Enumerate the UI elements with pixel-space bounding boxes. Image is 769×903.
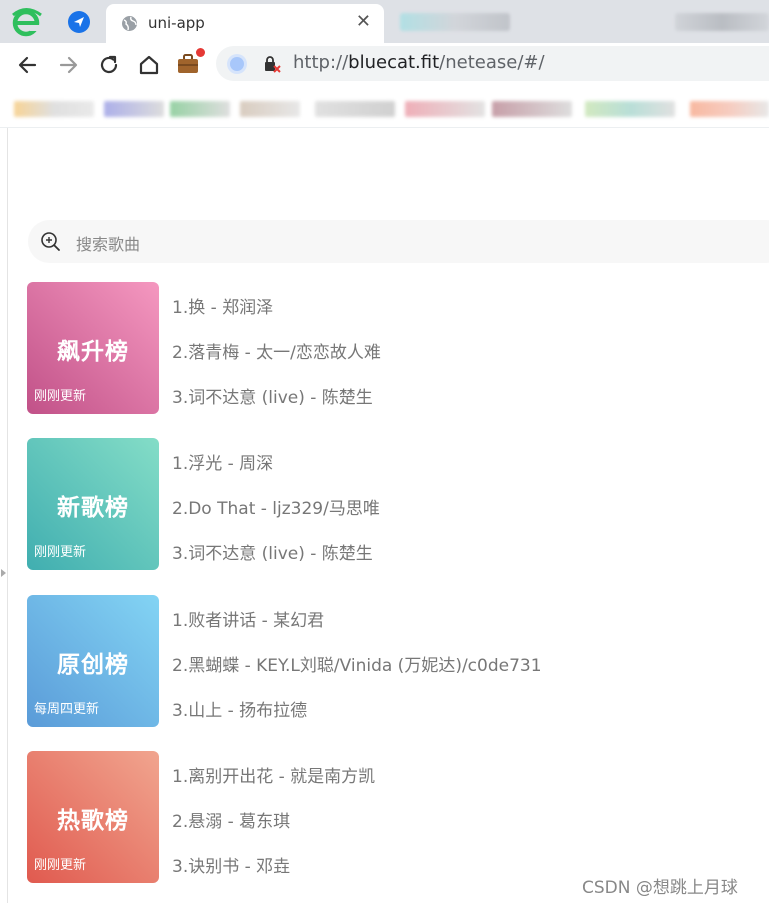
blurred-bookmark[interactable] xyxy=(14,101,94,117)
blurred-tab[interactable] xyxy=(400,13,510,31)
page-left-edge xyxy=(7,128,8,903)
tab-close-icon[interactable]: ✕ xyxy=(356,11,371,33)
ranking-item[interactable]: 飙升榜 刚刚更新 1.换 - 郑润泽 2.落青梅 - 太一/恋恋故人难 3.词不… xyxy=(27,282,767,415)
forward-arrow-icon[interactable] xyxy=(55,52,81,78)
insecure-lock-icon[interactable] xyxy=(263,55,281,73)
ranking-update-label: 每周四更新 xyxy=(34,702,100,717)
panel-toggle-icon[interactable] xyxy=(1,569,6,577)
back-arrow-icon[interactable] xyxy=(15,52,41,78)
search-bar[interactable]: 搜索歌曲 xyxy=(28,220,769,263)
song-item[interactable]: 2.悬溺 - 葛东琪 xyxy=(172,807,290,832)
song-item[interactable]: 1.换 - 郑润泽 xyxy=(172,293,273,318)
blurred-bookmark[interactable] xyxy=(690,101,769,117)
song-item[interactable]: 3.山上 - 扬布拉德 xyxy=(172,696,307,721)
ranking-item[interactable]: 热歌榜 刚刚更新 1.离别开出花 - 就是南方凯 2.悬溺 - 葛东琪 3.诀别… xyxy=(27,751,767,884)
song-item[interactable]: 1.浮光 - 周深 xyxy=(172,449,273,474)
blurred-bookmark[interactable] xyxy=(104,101,164,117)
url-text[interactable]: http://bluecat.fit/netease/#/ xyxy=(293,52,545,73)
ranking-cover[interactable]: 新歌榜 刚刚更新 xyxy=(27,438,159,570)
ranking-item[interactable]: 新歌榜 刚刚更新 1.浮光 - 周深 2.Do That - ljz329/马思… xyxy=(27,438,767,571)
url-scheme: http:// xyxy=(293,52,349,73)
bookmarks-bar xyxy=(0,87,769,128)
ranking-cover[interactable]: 热歌榜 刚刚更新 xyxy=(27,751,159,883)
ranking-update-label: 刚刚更新 xyxy=(34,545,87,560)
blurred-bookmark[interactable] xyxy=(170,101,230,117)
ranking-title: 新歌榜 xyxy=(57,495,129,521)
watermark: CSDN @想跳上月球 xyxy=(582,878,738,898)
reload-icon[interactable] xyxy=(96,52,122,78)
song-item[interactable]: 1.离别开出花 - 就是南方凯 xyxy=(172,762,375,787)
ranking-title: 飙升榜 xyxy=(57,339,129,365)
song-item[interactable]: 3.词不达意 (live) - 陈楚生 xyxy=(172,539,373,564)
song-item[interactable]: 3.词不达意 (live) - 陈楚生 xyxy=(172,383,373,408)
song-item[interactable]: 2.落青梅 - 太一/恋恋故人难 xyxy=(172,338,381,363)
search-icon xyxy=(41,232,60,251)
ranking-update-label: 刚刚更新 xyxy=(34,858,87,873)
blurred-bookmark[interactable] xyxy=(492,101,572,117)
search-input[interactable]: 搜索歌曲 xyxy=(76,231,140,255)
active-tab[interactable]: uni-app ✕ xyxy=(106,4,384,43)
home-icon[interactable] xyxy=(136,52,162,78)
ranking-item[interactable]: 原创榜 每周四更新 1.败者讲话 - 某幻君 2.黑蝴蝶 - KEY.L刘聪/V… xyxy=(27,595,767,728)
ranking-cover[interactable]: 飙升榜 刚刚更新 xyxy=(27,282,159,414)
song-item[interactable]: 2.黑蝴蝶 - KEY.L刘聪/Vinida (万妮达)/c0de731 xyxy=(172,651,542,676)
browser-logo-icon[interactable] xyxy=(10,6,44,38)
url-path: /netease/#/ xyxy=(439,52,545,73)
ranking-cover[interactable]: 原创榜 每周四更新 xyxy=(27,595,159,727)
ranking-title: 热歌榜 xyxy=(57,808,129,834)
address-bar[interactable]: http://bluecat.fit/netease/#/ xyxy=(216,46,769,81)
song-item[interactable]: 3.诀别书 - 邓垚 xyxy=(172,852,290,877)
song-item[interactable]: 2.Do That - ljz329/马思唯 xyxy=(172,494,380,519)
notification-badge xyxy=(196,48,205,57)
song-item[interactable]: 1.败者讲话 - 某幻君 xyxy=(172,606,324,631)
ranking-update-label: 刚刚更新 xyxy=(34,389,87,404)
globe-icon xyxy=(122,16,137,31)
blurred-bookmark[interactable] xyxy=(315,101,395,117)
blurred-tab[interactable] xyxy=(675,13,769,31)
pinned-tab-icon[interactable] xyxy=(68,11,90,33)
blurred-bookmark[interactable] xyxy=(240,101,300,117)
tab-strip: uni-app ✕ xyxy=(0,0,769,43)
blurred-bookmark[interactable] xyxy=(585,101,675,117)
blurred-bookmark[interactable] xyxy=(405,101,485,117)
ranking-title: 原创榜 xyxy=(57,652,129,678)
url-host: bluecat.fit xyxy=(348,52,440,73)
site-info-icon[interactable] xyxy=(230,57,244,71)
tab-title: uni-app xyxy=(148,14,205,32)
